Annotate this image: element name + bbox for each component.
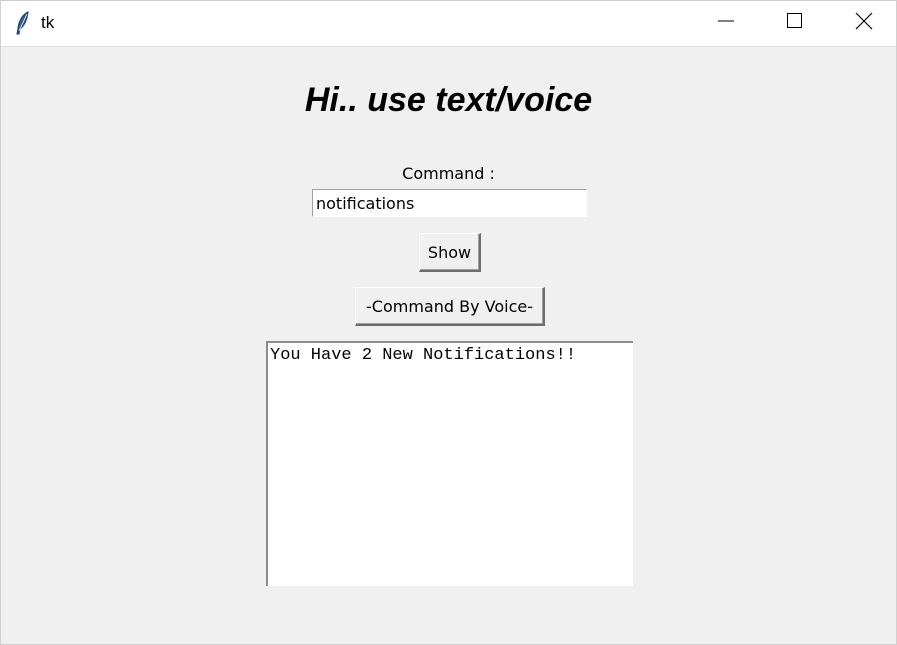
show-button[interactable]: Show [419, 233, 481, 272]
close-icon [855, 12, 873, 35]
minimize-icon [717, 12, 735, 35]
feather-icon [15, 11, 31, 35]
window-title: tk [41, 13, 55, 32]
app-window: tk Hi.. use text/voice Command : Show -C… [0, 0, 897, 645]
maximize-button[interactable] [772, 1, 818, 46]
minimize-button[interactable] [703, 1, 749, 46]
command-by-voice-button[interactable]: -Command By Voice- [355, 287, 545, 326]
maximize-icon [786, 12, 804, 35]
close-button[interactable] [841, 1, 887, 46]
command-label: Command : [402, 164, 495, 183]
output-textarea[interactable]: You Have 2 New Notifications!! [266, 341, 633, 586]
title-bar[interactable]: tk [1, 1, 896, 47]
command-input[interactable] [312, 189, 587, 217]
page-heading: Hi.. use text/voice [304, 81, 593, 119]
